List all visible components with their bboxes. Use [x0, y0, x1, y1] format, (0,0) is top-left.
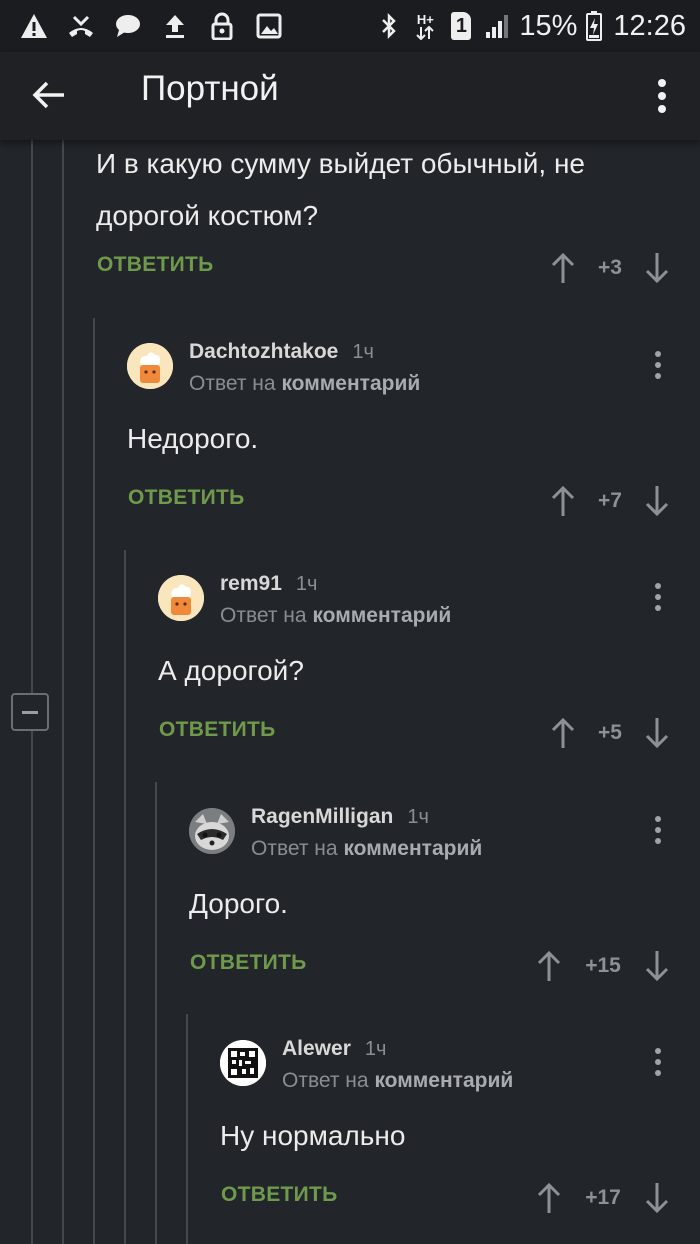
avatar[interactable] — [158, 575, 204, 621]
comment-menu-icon[interactable] — [648, 347, 668, 383]
comment-time: 1ч — [295, 573, 318, 595]
bluetooth-icon — [375, 10, 403, 42]
comment-author[interactable]: rem91 1ч — [220, 572, 317, 596]
chat-icon — [112, 10, 144, 42]
lock-icon — [206, 10, 238, 42]
missed-call-icon — [65, 10, 97, 42]
reply-to-label: Ответ на комментарий — [282, 1069, 514, 1092]
signal-icon — [483, 10, 511, 42]
comment-header: Alewer 1ч Ответ на комментарий — [220, 1037, 676, 1104]
vote-controls: +3 — [548, 250, 672, 286]
comment-score: +5 — [598, 721, 622, 744]
comment-actions: ОТВЕТИТЬ +17 — [220, 1180, 676, 1220]
upvote-icon[interactable] — [534, 1180, 564, 1216]
comment-text: И в какую сумму выйдет обычный, не дорог… — [96, 148, 585, 231]
downvote-icon[interactable] — [642, 1180, 672, 1216]
page-title: Портной — [141, 69, 279, 108]
reply-button[interactable]: ОТВЕТИТЬ — [221, 1183, 338, 1207]
upvote-icon[interactable] — [548, 715, 578, 751]
more-options-button[interactable] — [648, 68, 676, 124]
comment-text: Ну нормально — [220, 1120, 406, 1151]
vote-controls: +17 — [534, 1180, 672, 1216]
reply-to-label: Ответ на комментарий — [251, 837, 483, 860]
avatar[interactable] — [220, 1040, 266, 1086]
reply-button[interactable]: ОТВЕТИТЬ — [190, 951, 307, 975]
battery-charging-icon — [585, 10, 603, 42]
comment-actions: ОТВЕТИТЬ +15 — [189, 948, 676, 988]
comment-header: rem91 1ч Ответ на комментарий — [158, 572, 676, 639]
comment-time: 1ч — [352, 341, 374, 363]
image-icon — [253, 10, 285, 42]
app-bar: Портной — [0, 52, 700, 140]
comment-author[interactable]: RagenMilligan 1ч — [251, 805, 429, 829]
comment-header: Dachtozhtakoe 1ч Ответ на комментарий — [127, 340, 676, 407]
upload-icon — [159, 10, 191, 42]
comment-actions: ОТВЕТИТЬ +5 — [158, 715, 676, 755]
vote-controls: +7 — [548, 483, 672, 519]
avatar[interactable] — [127, 343, 173, 389]
reply-to-link[interactable]: комментарий — [374, 1069, 513, 1092]
reply-to-link[interactable]: комментарий — [343, 837, 482, 860]
data-arrows-icon: H+ — [411, 10, 439, 42]
back-button[interactable] — [26, 72, 72, 118]
vote-controls: +5 — [548, 715, 672, 751]
reply-button[interactable]: ОТВЕТИТЬ — [97, 253, 214, 277]
battery-percent: 15% — [519, 9, 578, 42]
comment: rem91 1ч Ответ на комментарий А дорогой? … — [158, 572, 676, 755]
comment: RagenMilligan 1ч Ответ на комментарий Дор… — [189, 805, 676, 988]
reply-to-link[interactable]: комментарий — [312, 604, 451, 627]
comment-time: 1ч — [364, 1038, 387, 1060]
reply-button[interactable]: ОТВЕТИТЬ — [128, 486, 245, 510]
comment: Alewer 1ч Ответ на комментарий Ну нормаль… — [220, 1037, 676, 1220]
comment-menu-icon[interactable] — [648, 1044, 668, 1080]
thread-line — [155, 782, 157, 1244]
comment-score: +3 — [598, 256, 622, 279]
comment-actions: ОТВЕТИТЬ +3 — [96, 250, 676, 290]
thread-line — [62, 140, 64, 1244]
upvote-icon[interactable] — [548, 483, 578, 519]
comment-text: Недорого. — [127, 423, 259, 454]
thread-line — [186, 1014, 188, 1244]
comment-text: А дорогой? — [158, 655, 304, 686]
comment-author[interactable]: Dachtozhtakoe 1ч — [189, 340, 374, 364]
upvote-icon[interactable] — [548, 250, 578, 286]
reply-button[interactable]: ОТВЕТИТЬ — [159, 718, 276, 742]
reply-to-label: Ответ на комментарий — [220, 604, 452, 627]
comment-header: RagenMilligan 1ч Ответ на комментарий — [189, 805, 676, 872]
vote-controls: +15 — [534, 948, 672, 984]
reply-to-label: Ответ на комментарий — [189, 372, 421, 395]
downvote-icon[interactable] — [642, 483, 672, 519]
downvote-icon[interactable] — [642, 715, 672, 751]
comment: И в какую сумму выйдет обычный, не дорог… — [96, 138, 676, 290]
avatar[interactable] — [189, 808, 235, 854]
comment-author[interactable]: Alewer 1ч — [282, 1037, 386, 1061]
downvote-icon[interactable] — [642, 250, 672, 286]
upvote-icon[interactable] — [534, 948, 564, 984]
warning-icon — [18, 10, 50, 42]
comment-score: +17 — [585, 1186, 621, 1209]
status-bar: H+ 1 15% 12:26 — [0, 0, 700, 52]
comment-time: 1ч — [407, 806, 429, 828]
comment: Dachtozhtakoe 1ч Ответ на комментарий Нед… — [127, 340, 676, 523]
comment-score: +7 — [598, 489, 622, 512]
comment-actions: ОТВЕТИТЬ +7 — [127, 483, 676, 523]
sim-icon: 1 — [447, 10, 475, 42]
clock: 12:26 — [613, 9, 686, 42]
comment-text: Дорого. — [189, 888, 288, 919]
thread-line — [31, 140, 33, 1244]
collapse-thread-button[interactable] — [11, 693, 49, 731]
comment-score: +15 — [585, 954, 621, 977]
thread-line — [93, 318, 95, 1244]
reply-to-link[interactable]: комментарий — [281, 372, 420, 395]
comment-menu-icon[interactable] — [648, 812, 668, 848]
thread-line — [124, 550, 126, 1244]
downvote-icon[interactable] — [642, 948, 672, 984]
comment-menu-icon[interactable] — [648, 579, 668, 615]
more-vert-icon — [658, 79, 666, 113]
arrow-back-icon — [32, 81, 64, 109]
